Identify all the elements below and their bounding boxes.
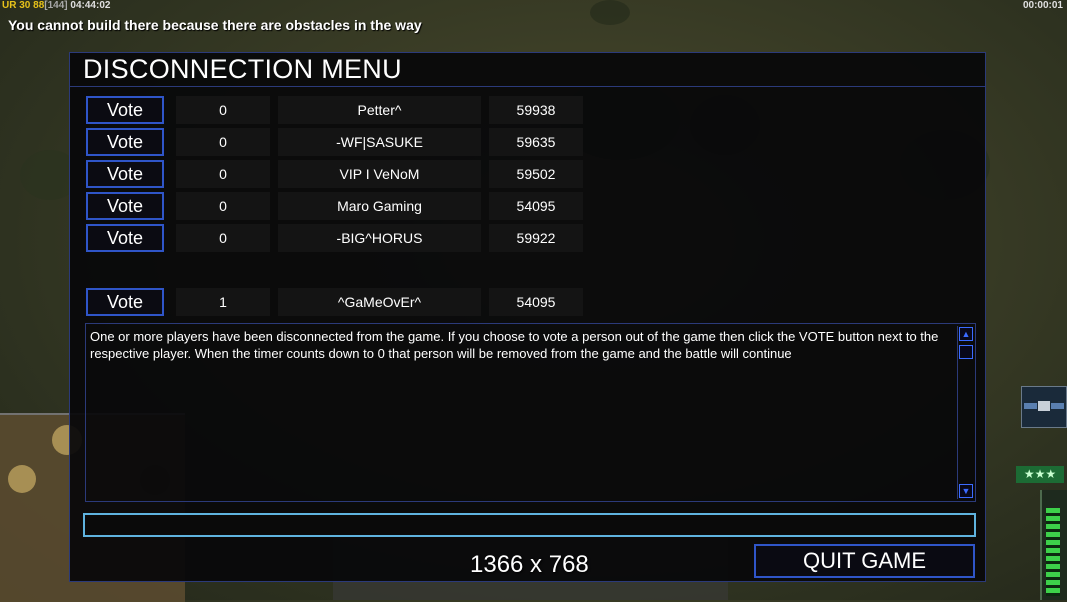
arrow-down-icon[interactable]: ▼	[959, 484, 973, 498]
vote-button[interactable]: Vote	[86, 192, 164, 220]
player-timer: 59502	[489, 160, 583, 188]
player-timer: 59938	[489, 96, 583, 124]
player-name: -BIG^HORUS	[278, 224, 481, 252]
rank-stars-icon: ★★★	[1016, 466, 1064, 483]
player-name: Petter^	[278, 96, 481, 124]
vote-button[interactable]: Vote	[86, 288, 164, 316]
arrow-up-icon[interactable]: ▲	[959, 327, 973, 341]
satellite-icon[interactable]	[1021, 386, 1067, 428]
player-name: VIP I VeNoM	[278, 160, 481, 188]
vote-count: 0	[176, 224, 270, 252]
player-timer: 54095	[489, 288, 583, 316]
hud-game-time: 04:44:02	[70, 0, 111, 11]
quit-game-button[interactable]: QUIT GAME	[754, 544, 975, 578]
vote-button[interactable]: Vote	[86, 224, 164, 252]
player-name: ^GaMeOvEr^	[278, 288, 481, 316]
disconnection-menu: DISCONNECTION MENU Vote 0 Petter^ 59938 …	[69, 52, 986, 582]
hud-stat-2: 30	[19, 0, 31, 11]
vote-count: 0	[176, 192, 270, 220]
hud-stat-4: [144]	[44, 0, 68, 11]
chat-input[interactable]	[83, 513, 976, 537]
player-name: -WF|SASUKE	[278, 128, 481, 156]
player-timer: 59635	[489, 128, 583, 156]
info-text: One or more players have been disconnect…	[90, 329, 939, 361]
player-timer: 59922	[489, 224, 583, 252]
top-hud-stats: UR 30 88[144] 04:44:02	[2, 0, 110, 11]
hud-timer: 00:00:01	[1022, 0, 1063, 11]
player-timer: 54095	[489, 192, 583, 220]
hud-stat-3: 88	[33, 0, 45, 11]
dialog-title: DISCONNECTION MENU	[70, 53, 985, 87]
resolution-label: 1366 x 768	[470, 551, 589, 578]
scrollbar[interactable]: ▲ ▼	[957, 326, 974, 499]
vote-count: 0	[176, 160, 270, 188]
scroll-thumb[interactable]	[959, 345, 973, 359]
vote-button[interactable]: Vote	[86, 128, 164, 156]
vote-button[interactable]: Vote	[86, 160, 164, 188]
system-message: You cannot build there because there are…	[8, 17, 422, 33]
vote-count: 0	[176, 96, 270, 124]
info-text-box[interactable]: One or more players have been disconnect…	[85, 323, 976, 502]
vote-button[interactable]: Vote	[86, 96, 164, 124]
vote-count: 1	[176, 288, 270, 316]
hud-stat-1: UR	[2, 0, 17, 11]
vote-count: 0	[176, 128, 270, 156]
player-name: Maro Gaming	[278, 192, 481, 220]
power-meter	[1040, 490, 1067, 600]
